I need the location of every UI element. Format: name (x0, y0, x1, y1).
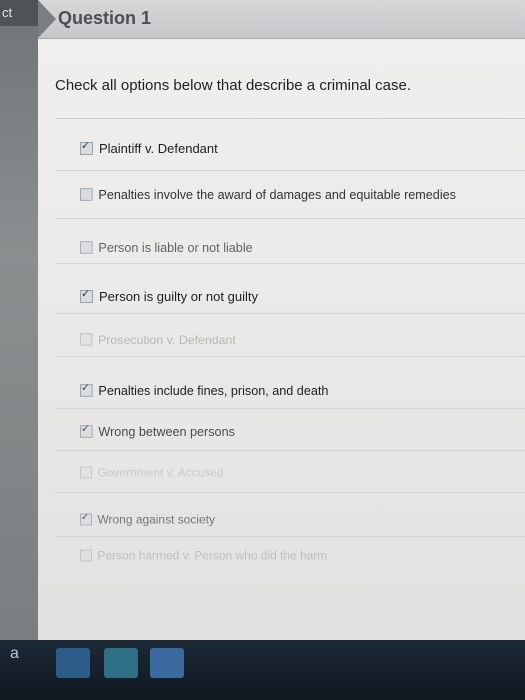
option-label: Penalties include fines, prison, and dea… (98, 383, 329, 398)
question-title: Question 1 (58, 8, 152, 28)
option-label: Plaintiff v. Defendant (99, 141, 218, 156)
option-item[interactable]: Penalties involve the award of damages a… (80, 187, 456, 202)
question-prompt: Check all options below that describe a … (55, 77, 412, 94)
option-divider (55, 450, 525, 451)
option-label: Person is liable or not liable (98, 240, 253, 255)
option-label: Wrong against society (97, 512, 215, 527)
option-divider (55, 218, 525, 219)
option-label: Person harmed v. Person who did the harm (97, 548, 328, 563)
option-item[interactable]: Government v. Accused (80, 465, 224, 480)
option-divider (55, 356, 525, 357)
option-checkbox[interactable] (80, 241, 93, 254)
left-sidebar-strip (0, 0, 38, 640)
option-item[interactable]: Wrong against society (80, 511, 215, 527)
option-label: Government v. Accused (97, 465, 224, 480)
option-divider (55, 263, 525, 264)
option-item[interactable]: Wrong between persons (80, 422, 235, 439)
option-divider (55, 492, 525, 493)
option-divider (55, 170, 525, 171)
side-tab[interactable]: ct (0, 0, 42, 26)
option-checkbox[interactable] (80, 139, 93, 155)
option-divider (55, 536, 525, 537)
option-item[interactable]: Plaintiff v. Defendant (80, 139, 218, 156)
taskbar-letter: a (10, 645, 19, 662)
option-label: Penalties involve the award of damages a… (98, 187, 456, 202)
taskbar-app-icon[interactable] (104, 648, 138, 678)
option-checkbox[interactable] (80, 511, 92, 526)
option-item[interactable]: Penalties include fines, prison, and dea… (80, 381, 329, 398)
option-checkbox[interactable] (80, 381, 93, 397)
option-checkbox[interactable] (80, 466, 92, 479)
option-label: Wrong between persons (98, 424, 235, 439)
option-item[interactable]: Person harmed v. Person who did the harm (80, 548, 328, 563)
taskbar-app-icon[interactable] (56, 648, 90, 678)
option-item[interactable]: Prosecution v. Defendant (80, 332, 236, 347)
option-divider (55, 408, 525, 409)
prompt-divider (55, 118, 525, 119)
header-arrow-icon (38, 0, 56, 38)
option-checkbox[interactable] (80, 188, 93, 201)
option-divider (55, 313, 525, 314)
option-checkbox[interactable] (80, 287, 93, 303)
option-checkbox[interactable] (80, 333, 93, 346)
option-item[interactable]: Person is liable or not liable (80, 240, 253, 255)
taskbar-app-icon[interactable] (150, 648, 184, 678)
option-checkbox[interactable] (80, 422, 93, 438)
option-label: Person is guilty or not guilty (99, 289, 258, 304)
option-item[interactable]: Person is guilty or not guilty (80, 287, 258, 304)
option-checkbox[interactable] (80, 549, 92, 562)
option-label: Prosecution v. Defendant (98, 332, 236, 347)
